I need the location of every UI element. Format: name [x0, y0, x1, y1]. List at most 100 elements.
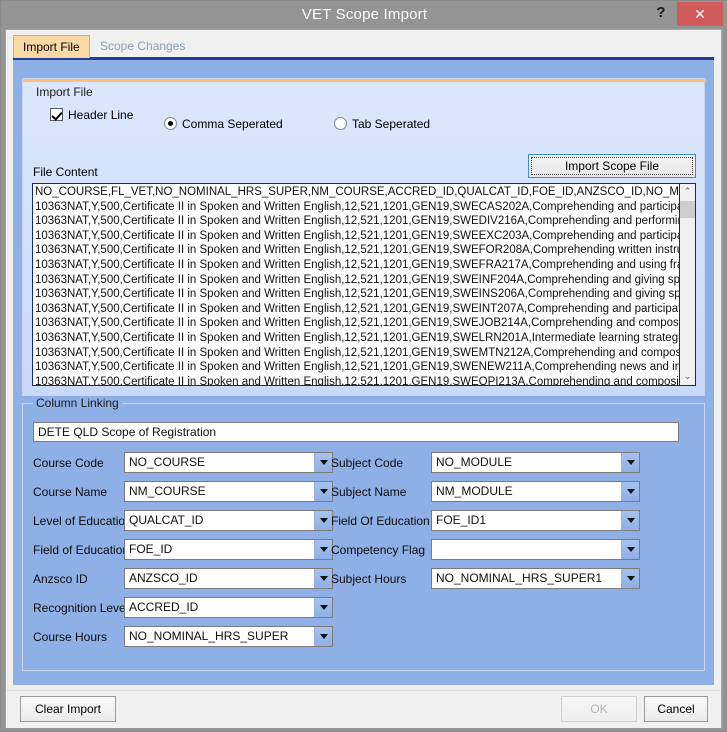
field-dropdown-value: FOE_ID1: [436, 511, 619, 530]
field-label: Subject Code: [331, 456, 403, 470]
field-label: Competency Flag: [331, 543, 425, 557]
file-content-scrollbar[interactable]: ⌃ ⌄: [679, 184, 695, 385]
chevron-down-icon[interactable]: [621, 482, 639, 501]
radio-comma-label: Comma Seperated: [182, 117, 283, 131]
field-dropdown[interactable]: NO_NOMINAL_HRS_SUPER: [124, 626, 333, 647]
field-dropdown[interactable]: ANZSCO_ID: [124, 568, 333, 589]
field-dropdown[interactable]: NO_MODULE: [431, 452, 640, 473]
field-dropdown[interactable]: FOE_ID1: [431, 510, 640, 531]
file-content-line: 10363NAT,Y,500,Certificate II in Spoken …: [35, 200, 680, 215]
radio-comma-icon[interactable]: [164, 117, 177, 130]
import-file-group: Import File Header Line Comma Seperated …: [22, 78, 705, 396]
scroll-down-icon[interactable]: ⌄: [680, 369, 695, 385]
chevron-down-icon[interactable]: [621, 453, 639, 472]
field-dropdown-value: NM_COURSE: [129, 482, 312, 501]
import-scope-file-label: Import Scope File: [565, 159, 659, 173]
field-dropdown-value: QUALCAT_ID: [129, 511, 312, 530]
page-title: VET Scope Import: [1, 1, 727, 29]
dialog-client-area: Import File Scope Changes Import File He…: [5, 29, 722, 728]
dialog-window: VET Scope Import ? ✕ Import File Scope C…: [0, 0, 727, 732]
column-linking-group: Column Linking DETE QLD Scope of Registr…: [22, 403, 705, 671]
file-content-line: 10363NAT,Y,500,Certificate II in Spoken …: [35, 243, 680, 258]
chevron-down-icon[interactable]: [314, 482, 332, 501]
file-content-line: 10363NAT,Y,500,Certificate II in Spoken …: [35, 273, 680, 288]
field-dropdown-value: ACCRED_ID: [129, 598, 312, 617]
field-label: Subject Name: [331, 485, 406, 499]
field-label: Course Hours: [33, 630, 107, 644]
file-content-line: NO_COURSE,FL_VET,NO_NOMINAL_HRS_SUPER,NM…: [35, 185, 680, 200]
help-button[interactable]: ?: [648, 1, 674, 25]
scope-name-input[interactable]: DETE QLD Scope of Registration: [33, 422, 679, 442]
file-content-line: 10363NAT,Y,500,Certificate II in Spoken …: [35, 316, 680, 331]
import-file-group-title: Import File: [33, 85, 96, 99]
chevron-down-icon[interactable]: [314, 598, 332, 617]
column-linking-group-title: Column Linking: [33, 396, 122, 410]
field-dropdown-value: NO_NOMINAL_HRS_SUPER: [129, 627, 312, 646]
file-content-line: 10363NAT,Y,500,Certificate II in Spoken …: [35, 331, 680, 346]
field-dropdown[interactable]: NM_MODULE: [431, 481, 640, 502]
file-content-line: 10363NAT,Y,500,Certificate II in Spoken …: [35, 302, 680, 317]
field-dropdown-value: ANZSCO_ID: [129, 569, 312, 588]
field-dropdown[interactable]: QUALCAT_ID: [124, 510, 333, 531]
field-label: Level of Education: [33, 514, 132, 528]
chevron-down-icon[interactable]: [314, 540, 332, 559]
dialog-footer: Clear Import OK Cancel: [6, 690, 721, 728]
file-content-line: 10363NAT,Y,500,Certificate II in Spoken …: [35, 346, 680, 361]
chevron-down-icon[interactable]: [314, 511, 332, 530]
radio-comma-seperated[interactable]: Comma Seperated: [164, 117, 283, 135]
file-content-line: 10363NAT,Y,500,Certificate II in Spoken …: [35, 360, 680, 375]
file-content-line: 10363NAT,Y,500,Certificate II in Spoken …: [35, 287, 680, 302]
field-dropdown[interactable]: ACCRED_ID: [124, 597, 333, 618]
chevron-down-icon[interactable]: [621, 569, 639, 588]
field-label: Field of Education: [33, 543, 129, 557]
radio-tab-icon[interactable]: [334, 117, 347, 130]
file-content-text: NO_COURSE,FL_VET,NO_NOMINAL_HRS_SUPER,NM…: [35, 185, 680, 385]
chevron-down-icon[interactable]: [621, 511, 639, 530]
close-icon[interactable]: ✕: [677, 2, 723, 26]
chevron-down-icon[interactable]: [314, 453, 332, 472]
field-dropdown-value: FOE_ID: [129, 540, 312, 559]
field-label: Course Code: [33, 456, 104, 470]
header-line-label: Header Line: [68, 108, 133, 122]
cancel-button[interactable]: Cancel: [644, 696, 708, 722]
field-label: Subject Hours: [331, 572, 406, 586]
file-content-line: 10363NAT,Y,500,Certificate II in Spoken …: [35, 375, 680, 385]
chevron-down-icon[interactable]: [621, 540, 639, 559]
field-dropdown[interactable]: NO_COURSE: [124, 452, 333, 473]
tab-strip: Import File Scope Changes: [13, 35, 713, 59]
title-bar: VET Scope Import ? ✕: [1, 1, 727, 29]
file-content-label: File Content: [33, 165, 98, 179]
field-dropdown[interactable]: [431, 539, 640, 560]
field-label: Course Name: [33, 485, 107, 499]
file-content-textarea[interactable]: NO_COURSE,FL_VET,NO_NOMINAL_HRS_SUPER,NM…: [32, 183, 696, 386]
field-label: Field Of Education: [331, 514, 430, 528]
chevron-down-icon[interactable]: [314, 569, 332, 588]
field-dropdown-value: NO_COURSE: [129, 453, 312, 472]
field-label: Recognition Level: [33, 601, 128, 615]
radio-tab-seperated[interactable]: Tab Seperated: [334, 117, 430, 135]
import-scope-file-button[interactable]: Import Scope File: [528, 154, 696, 178]
radio-tab-label: Tab Seperated: [352, 117, 430, 131]
group-accent-bar: [23, 79, 706, 82]
file-content-line: 10363NAT,Y,500,Certificate II in Spoken …: [35, 229, 680, 244]
body-panel: Import File Header Line Comma Seperated …: [13, 60, 714, 685]
tab-import-file[interactable]: Import File: [13, 35, 90, 58]
scroll-up-icon[interactable]: ⌃: [680, 184, 695, 200]
file-content-line: 10363NAT,Y,500,Certificate II in Spoken …: [35, 214, 680, 229]
field-label: Anzsco ID: [33, 572, 88, 586]
field-dropdown-value: NO_MODULE: [436, 453, 619, 472]
field-dropdown[interactable]: NO_NOMINAL_HRS_SUPER1: [431, 568, 640, 589]
field-dropdown-value: [436, 540, 619, 559]
header-line-row[interactable]: Header Line: [50, 108, 133, 126]
file-content-line: 10363NAT,Y,500,Certificate II in Spoken …: [35, 258, 680, 273]
chevron-down-icon[interactable]: [314, 627, 332, 646]
field-dropdown-value: NO_NOMINAL_HRS_SUPER1: [436, 569, 619, 588]
tab-scope-changes[interactable]: Scope Changes: [91, 35, 194, 58]
field-dropdown[interactable]: FOE_ID: [124, 539, 333, 560]
header-line-checkbox[interactable]: [50, 108, 63, 121]
field-dropdown-value: NM_MODULE: [436, 482, 619, 501]
field-dropdown[interactable]: NM_COURSE: [124, 481, 333, 502]
clear-import-button[interactable]: Clear Import: [20, 696, 116, 722]
ok-button[interactable]: OK: [561, 696, 637, 722]
scrollbar-thumb[interactable]: [680, 201, 695, 218]
